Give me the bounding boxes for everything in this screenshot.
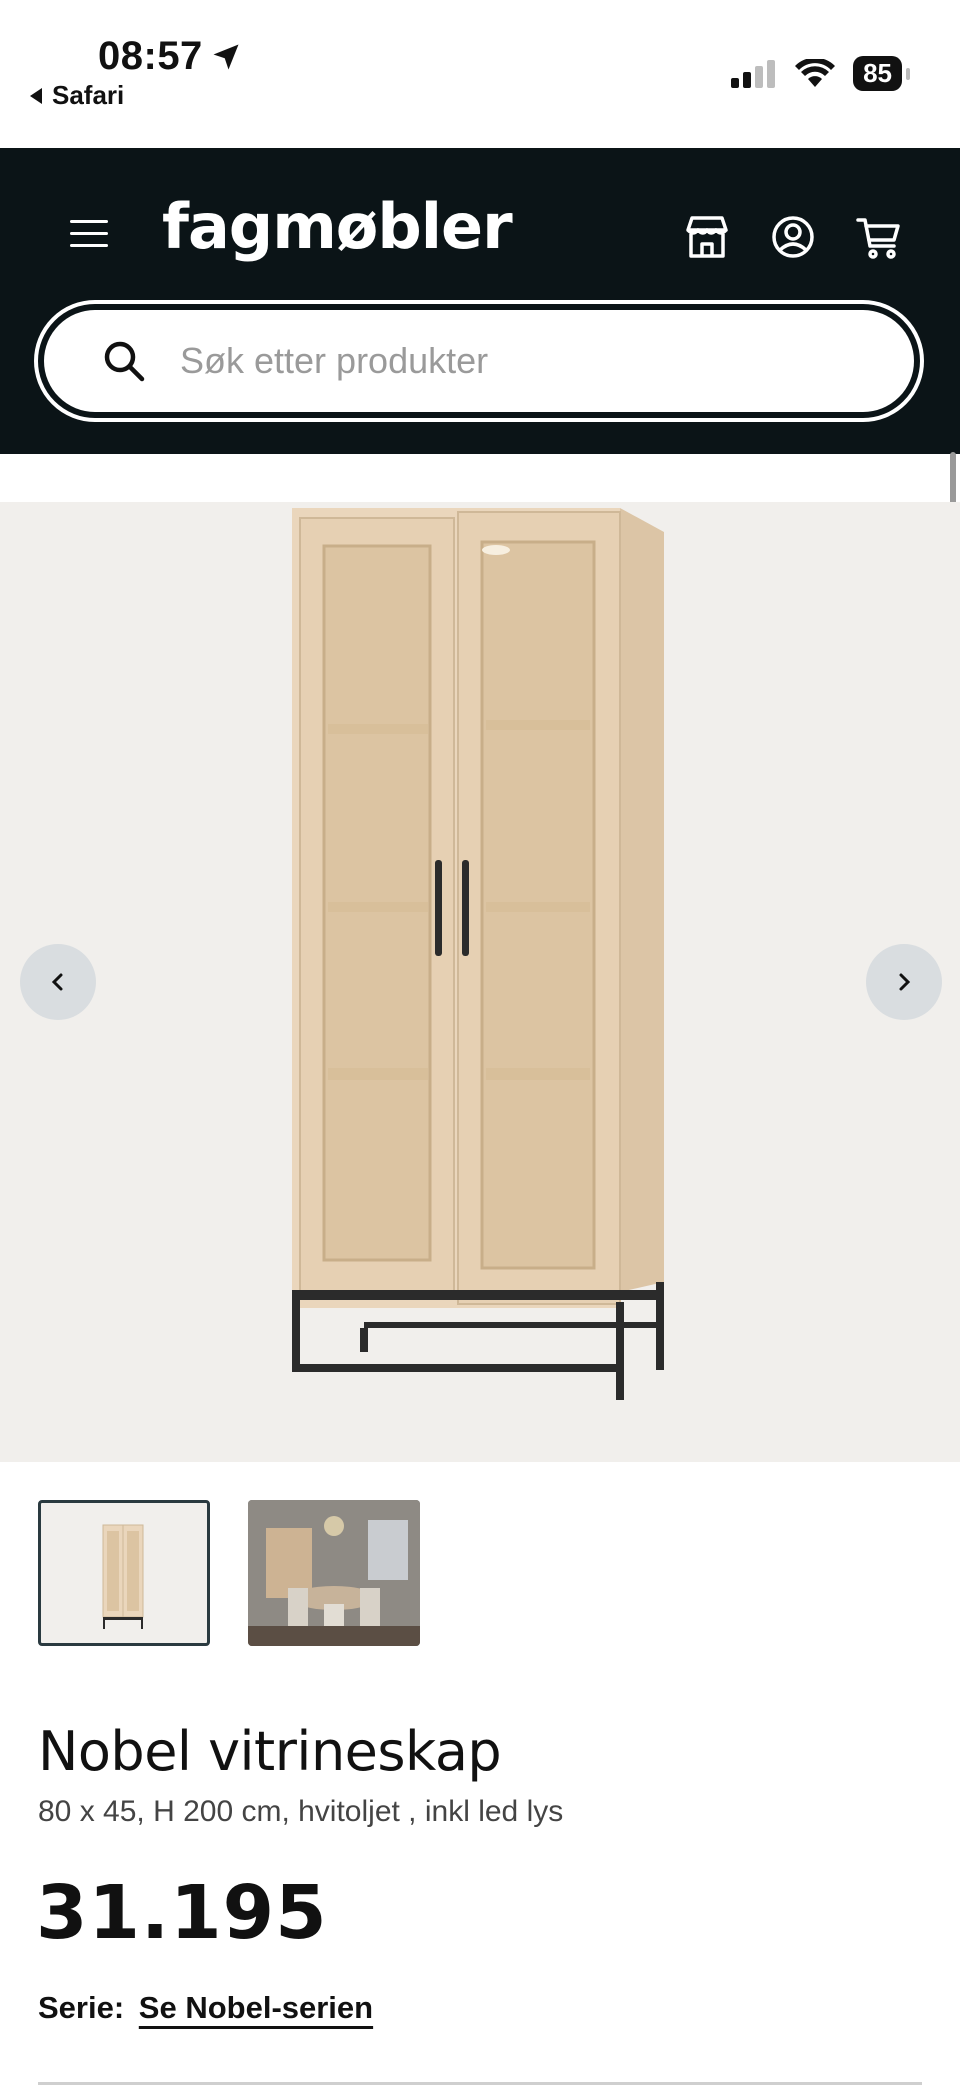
status-bar: 08:57 Safari 85	[0, 0, 960, 148]
site-header: fagmøbler	[0, 148, 960, 454]
search-input[interactable]	[178, 339, 782, 383]
status-time: 08:57	[98, 34, 241, 79]
chevron-left-icon	[51, 973, 63, 991]
thumbnail-strip	[38, 1500, 420, 1646]
store-icon	[686, 216, 728, 258]
series-link[interactable]: Se Nobel-serien	[139, 1990, 373, 2025]
search-bar	[34, 300, 924, 422]
status-time-text: 08:57	[98, 34, 203, 78]
product-price: 31.195	[36, 1870, 328, 1956]
menu-button[interactable]	[70, 220, 108, 250]
search-field-container[interactable]	[44, 310, 914, 412]
gallery-prev-button[interactable]	[20, 944, 96, 1020]
product-gallery	[0, 502, 960, 1462]
back-triangle-icon	[30, 87, 42, 104]
thumbnail-room[interactable]	[248, 1500, 420, 1646]
search-icon	[104, 341, 145, 382]
signal-icon	[731, 59, 776, 88]
hamburger-icon-line	[70, 244, 108, 247]
series-label: Serie:	[38, 1990, 125, 2025]
hamburger-icon	[70, 220, 108, 223]
wifi-icon	[795, 58, 836, 87]
product-subtitle: 80 x 45, H 200 cm, hvitoljet , inkl led …	[38, 1795, 564, 1828]
divider	[38, 2082, 922, 2085]
logo[interactable]: fagmøbler	[162, 190, 513, 263]
battery-indicator: 85	[853, 56, 910, 91]
account-icon	[772, 216, 814, 258]
product-title: Nobel vitrineskap	[38, 1720, 502, 1783]
thumbnail-product[interactable]	[38, 1500, 210, 1646]
product-image[interactable]	[0, 502, 960, 1462]
gallery-next-button[interactable]	[866, 944, 942, 1020]
thumbnail-room-image	[248, 1500, 420, 1646]
account-button[interactable]	[770, 214, 816, 260]
store-button[interactable]	[684, 214, 730, 260]
back-to-app-link[interactable]: Safari	[28, 80, 124, 111]
thumbnail-product-image	[102, 1524, 144, 1629]
chevron-right-icon	[899, 973, 911, 991]
product-series: Serie: Se Nobel-serien	[38, 1990, 373, 2026]
location-arrow-icon	[213, 44, 239, 69]
cart-button[interactable]	[856, 214, 902, 260]
cart-icon	[856, 218, 900, 259]
hamburger-icon-line	[70, 232, 108, 235]
back-app-label: Safari	[52, 80, 125, 110]
status-indicators: 85	[731, 56, 910, 91]
